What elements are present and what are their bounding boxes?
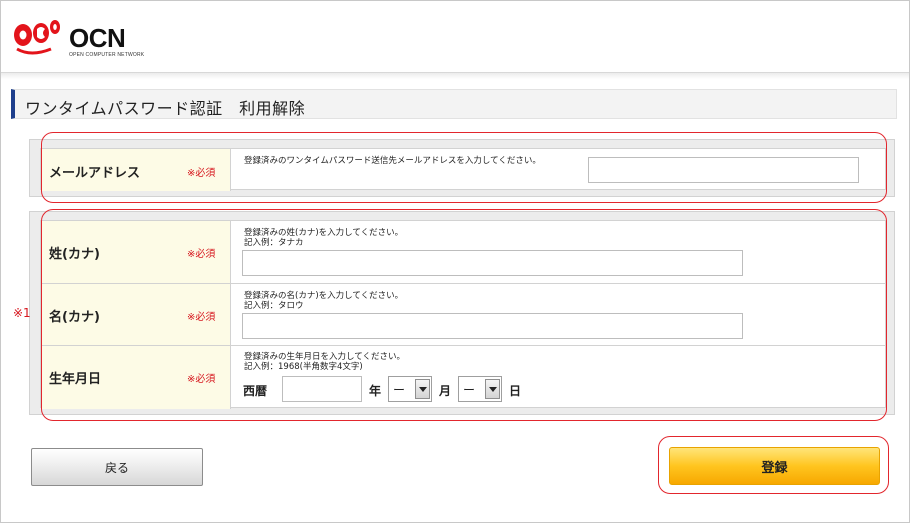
birth-month-select[interactable]: ー [388,376,432,402]
header-shadow [1,73,909,79]
first-name-required-badge: ※必須 [187,312,216,323]
logo-subtext: OPEN COMPUTER NETWORK [69,52,145,58]
email-required-badge: ※必須 [187,168,216,179]
year-unit-label: 年 [369,384,382,398]
day-unit-label: 日 [509,384,522,398]
birthdate-hint-line1: 登録済みの生年月日を入力してください。 [244,352,405,362]
month-unit-label: 月 [439,384,452,398]
submit-button[interactable]: 登録 [669,447,880,485]
first-name-input[interactable] [242,313,743,339]
email-hint: 登録済みのワンタイムパスワード送信先メールアドレスを入力してください。 [244,156,541,166]
first-name-hint-line1: 登録済みの名(カナ)を入力してください。 [244,291,404,301]
first-name-label: 名(カナ) [49,310,100,325]
email-section: メールアドレス ※必須 登録済みのワンタイムパスワード送信先メールアドレスを入力… [29,139,895,197]
last-name-hint-line2: 記入例：タナカ [244,238,304,248]
email-label-cell: メールアドレス ※必須 [41,149,231,191]
page-title: ワンタイムパスワード認証 利用解除 [25,99,306,118]
header: OCN OPEN COMPUTER NETWORK [1,1,909,73]
note-mark: ※1 [13,306,31,320]
chevron-down-icon[interactable] [415,379,430,399]
email-label: メールアドレス [49,166,141,181]
last-name-input[interactable] [242,250,743,276]
birthdate-required-badge: ※必須 [187,374,216,385]
email-row: メールアドレス ※必須 登録済みのワンタイムパスワード送信先メールアドレスを入力… [41,149,885,191]
birthdate-row: 生年月日 ※必須 登録済みの生年月日を入力してください。 記入例：1968(半角… [41,346,885,409]
back-button[interactable]: 戻る [31,448,203,486]
birthdate-label: 生年月日 [49,372,102,387]
email-input[interactable] [588,157,859,183]
last-name-hint-line1: 登録済みの姓(カナ)を入力してください。 [244,228,404,238]
last-name-label-cell: 姓(カナ) ※必須 [41,221,231,283]
birth-month-value: ー [393,383,406,397]
last-name-row: 姓(カナ) ※必須 登録済みの姓(カナ)を入力してください。 記入例：タナカ [41,221,885,284]
logo-text: OCN [69,23,126,53]
identity-table: 姓(カナ) ※必須 登録済みの姓(カナ)を入力してください。 記入例：タナカ 名… [40,220,886,409]
birthdate-era-label: 西暦 [243,384,268,398]
identity-section: 姓(カナ) ※必須 登録済みの姓(カナ)を入力してください。 記入例：タナカ 名… [29,211,895,415]
first-name-label-cell: 名(カナ) ※必須 [41,284,231,345]
birth-year-input[interactable] [282,376,362,402]
birth-day-value: ー [463,383,476,397]
page-title-bar: ワンタイムパスワード認証 利用解除 [11,89,897,119]
birthdate-label-cell: 生年月日 ※必須 [41,346,231,409]
email-table: メールアドレス ※必須 登録済みのワンタイムパスワード送信先メールアドレスを入力… [40,148,886,191]
last-name-label: 姓(カナ) [49,247,100,262]
ocn-logo[interactable]: OCN OPEN COMPUTER NETWORK [11,13,144,59]
first-name-hint-line2: 記入例：タロウ [244,301,304,311]
birthdate-hint-line2: 記入例：1968(半角数字4文字) [244,362,363,372]
chevron-down-icon[interactable] [485,379,500,399]
first-name-row: 名(カナ) ※必須 登録済みの名(カナ)を入力してください。 記入例：タロウ [41,284,885,346]
last-name-required-badge: ※必須 [187,249,216,260]
ocn-logo-mark-icon [14,20,60,55]
birth-day-select[interactable]: ー [458,376,502,402]
